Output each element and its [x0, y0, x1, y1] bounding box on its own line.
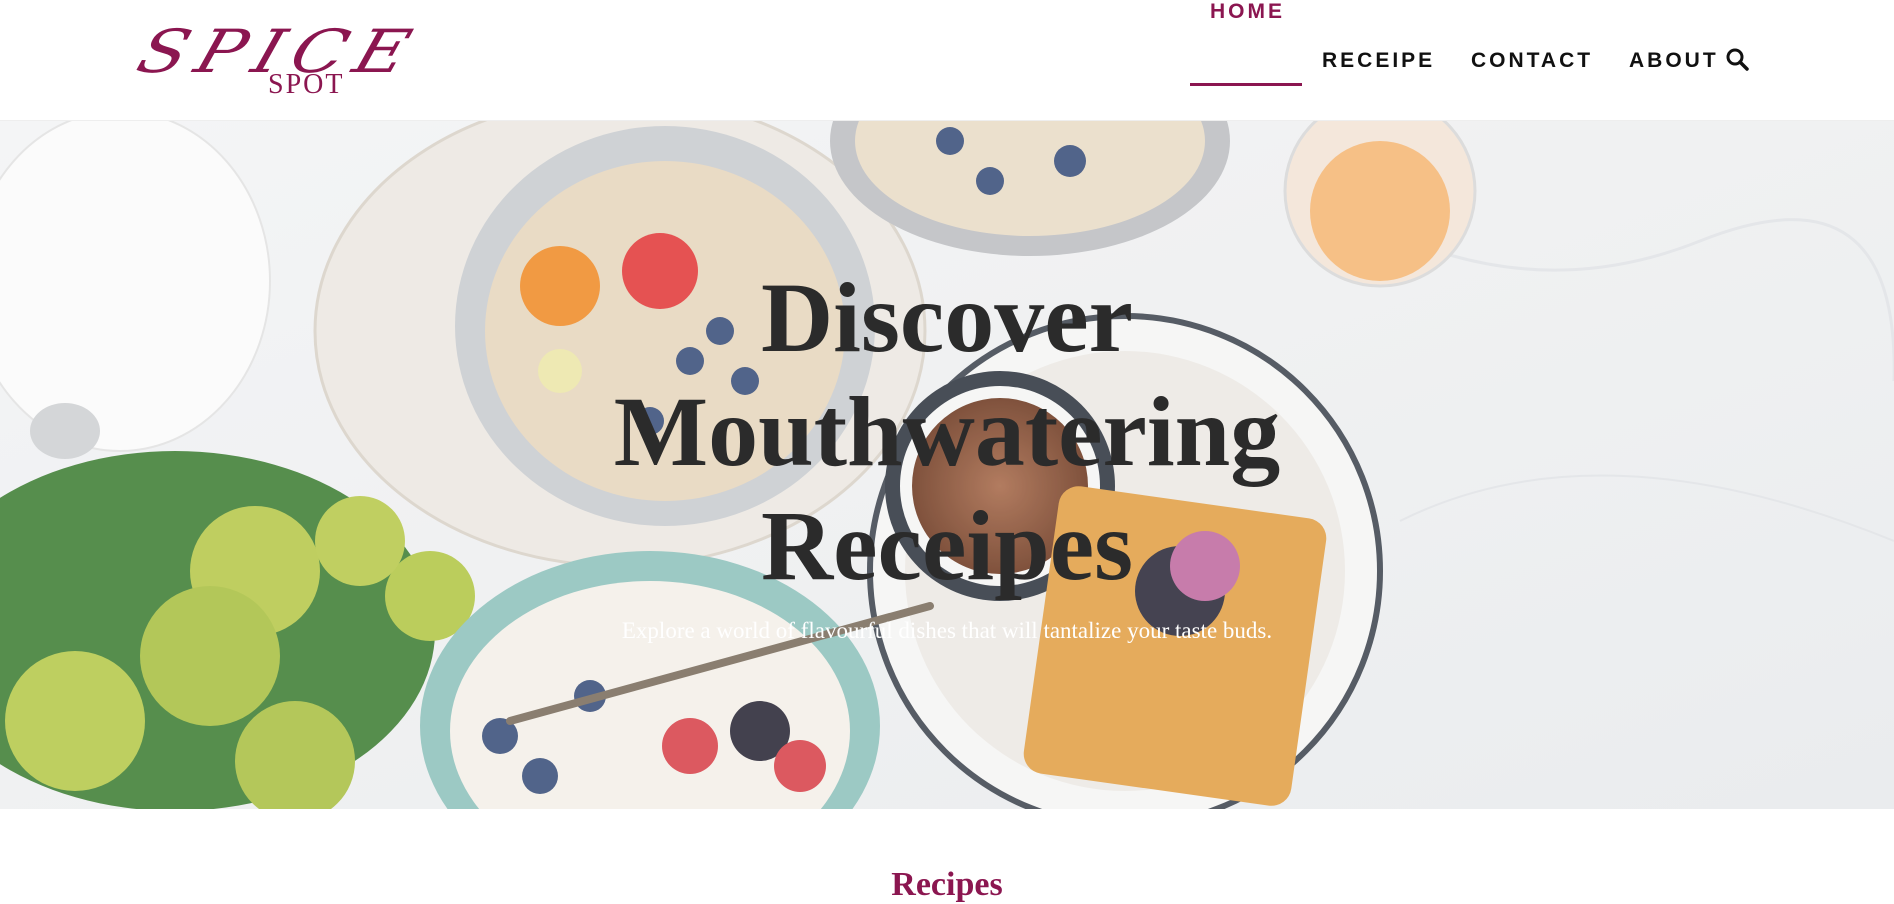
hero-title-line-1: Discover [760, 262, 1134, 373]
hero-title: Discover Mouthwatering Receipes [597, 261, 1297, 603]
hero-title-line-2: Mouthwatering [613, 376, 1281, 487]
search-icon[interactable] [1725, 47, 1751, 73]
nav-about-link[interactable]: ABOUT [1629, 49, 1719, 73]
nav-contact-link[interactable]: CONTACT [1471, 49, 1593, 73]
hero-subtitle: Explore a world of flavourful dishes tha… [621, 618, 1273, 643]
hero-banner: Discover Mouthwatering Receipes Explore … [0, 121, 1894, 809]
recipes-section-title: Recipes [891, 866, 1003, 903]
nav-active-underline [1190, 83, 1302, 86]
navbar: SPICE SPOT HOME RECEIPE CONTACT ABOUT [0, 0, 1894, 121]
nav-home-link[interactable]: HOME [1210, 0, 1285, 24]
nav-receipe-link[interactable]: RECEIPE [1322, 49, 1435, 73]
logo[interactable]: SPICE SPOT [129, 17, 435, 102]
logo-sub-text: SPOT [268, 69, 345, 100]
hero-title-line-3: Receipes [760, 490, 1134, 601]
